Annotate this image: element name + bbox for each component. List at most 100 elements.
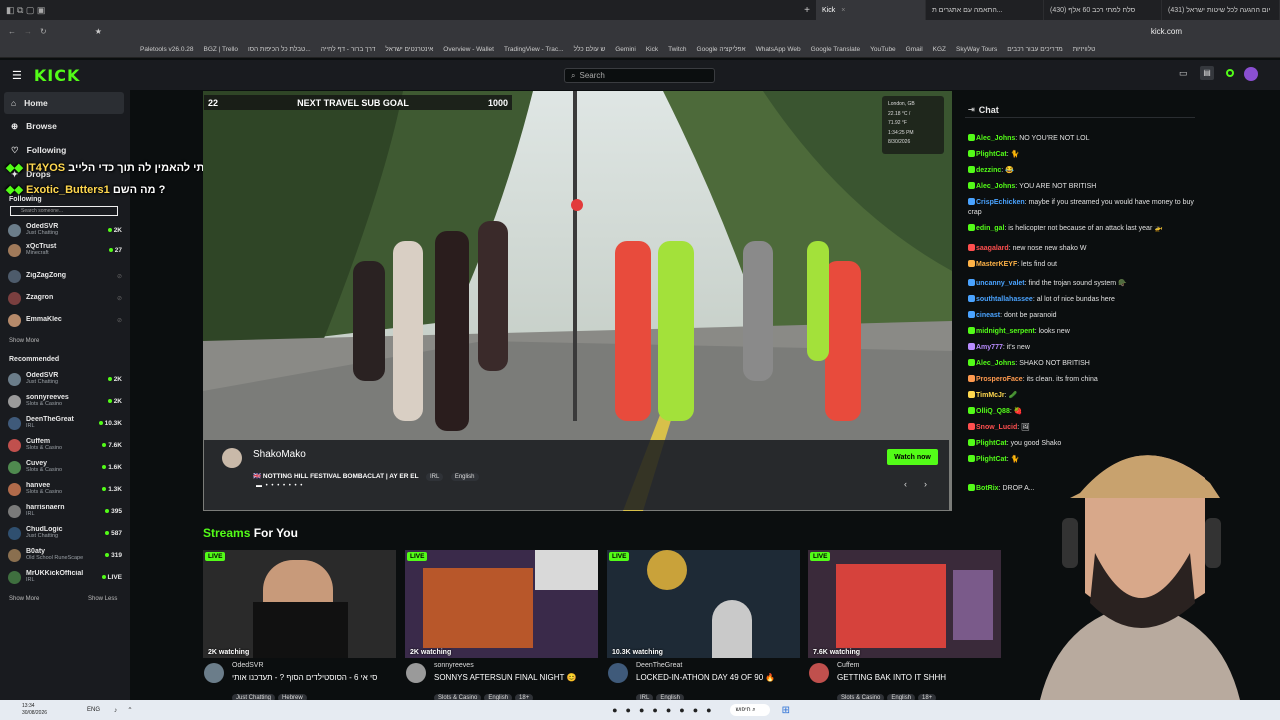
following-item[interactable]: OdedSVR Just Chatting 2K: [8, 219, 122, 241]
recommended-item[interactable]: Cuvey Slots & Casino 1.6K: [8, 456, 122, 478]
stream-thumbnail[interactable]: LIVE 2K watching: [405, 550, 598, 658]
chat-username[interactable]: BotRix: [976, 485, 999, 492]
menu-icon[interactable]: ☰: [12, 69, 22, 82]
chat-username[interactable]: edin_gal: [976, 225, 1004, 232]
stream-thumbnail[interactable]: LIVE 10.3K watching: [607, 550, 800, 658]
chat-username[interactable]: southtallahassee: [976, 296, 1033, 303]
browser-menu-icon[interactable]: ◧ ⧉ ▢ ▣: [0, 5, 60, 16]
forward-icon[interactable]: →: [24, 27, 32, 36]
bookmark[interactable]: Paletools v26.0.28: [140, 46, 193, 53]
bookmark[interactable]: Gmail: [906, 46, 923, 53]
recommended-item[interactable]: sonnyreeves Slots & Casino 2K: [8, 390, 122, 412]
stream-title[interactable]: GETTING BAK INTO IT SHHH: [837, 673, 1002, 682]
kick-logo[interactable]: KICK: [34, 66, 81, 85]
bookmark[interactable]: Gemini: [615, 46, 636, 53]
taskbar-search[interactable]: חיפוש ⌕: [729, 704, 770, 716]
chat-username[interactable]: Amy777: [976, 344, 1003, 351]
stream-card[interactable]: LIVE 7.6K watching Cuffem GETTING BAK IN…: [808, 550, 1002, 702]
chat-username[interactable]: cineast: [976, 312, 1000, 319]
avatar[interactable]: [608, 663, 628, 683]
show-more-link[interactable]: Show More: [9, 338, 39, 344]
back-icon[interactable]: ←: [8, 27, 16, 36]
recommended-item[interactable]: Cuffem Slots & Casino 7.6K: [8, 434, 122, 456]
avatar[interactable]: [406, 663, 426, 683]
search-input[interactable]: ⌕ Search: [564, 68, 715, 83]
taskbar-app-icons[interactable]: ●●●●●●●●: [612, 705, 720, 715]
stream-thumbnail[interactable]: LIVE 2K watching: [203, 550, 396, 658]
mic-icon[interactable]: ♪: [114, 707, 117, 714]
following-item[interactable]: xQcTrust Minecraft 27: [8, 239, 122, 261]
following-search-input[interactable]: Search someone...: [10, 206, 118, 216]
address-bar[interactable]: ← → ↻ ★ kick.com: [0, 20, 1280, 42]
url-text[interactable]: kick.com: [1151, 27, 1182, 36]
bookmark[interactable]: טבלת כל הכיפות הסו...: [248, 46, 311, 53]
lang-indicator[interactable]: ENG: [87, 707, 100, 713]
stream-title[interactable]: סי אי 6 - הסוסטילדים הסוף ? - תעדכנו אות…: [232, 673, 397, 682]
streamer-name[interactable]: DeenTheGreat: [636, 662, 682, 669]
nav-home[interactable]: ⌂ Home: [4, 92, 124, 114]
avatar[interactable]: [1244, 67, 1258, 81]
status-icon[interactable]: [1226, 69, 1234, 77]
windows-start-icon[interactable]: ⊞: [782, 705, 790, 716]
chat-username[interactable]: ProsperoFace: [976, 376, 1023, 383]
close-icon[interactable]: ×: [841, 7, 845, 14]
bookmark[interactable]: TradingView - Trac...: [504, 46, 564, 53]
watch-now-button[interactable]: Watch now: [887, 449, 938, 465]
recommended-item[interactable]: MrUKKickOfficial IRL LIVE: [8, 566, 122, 588]
reload-icon[interactable]: ↻: [40, 27, 47, 36]
streamer-name[interactable]: Cuffem: [837, 662, 859, 669]
bookmark[interactable]: Overview - Wallet: [443, 46, 494, 53]
video-player[interactable]: 22 NEXT TRAVEL SUB GOAL 1000 London, GB …: [203, 91, 952, 511]
following-item[interactable]: EmmaKlec ⊘: [8, 309, 122, 331]
bookmark[interactable]: Twitch: [668, 46, 686, 53]
chat-username[interactable]: saagalard: [976, 245, 1009, 252]
bookmark[interactable]: SkyWay Tours: [956, 46, 997, 53]
following-item[interactable]: ZigZagZong ⊘: [8, 265, 122, 287]
show-more-link[interactable]: Show More: [9, 596, 39, 602]
chat-username[interactable]: OlliQ_Q88: [976, 408, 1010, 415]
nav-browse[interactable]: ⊕ Browse: [4, 115, 124, 137]
bookmark[interactable]: דרך ברור - דף לחייה: [321, 46, 376, 53]
featured-streamer-name[interactable]: ShakoMako: [253, 449, 306, 460]
recommended-item[interactable]: OdedSVR Just Chatting 2K: [8, 368, 122, 390]
recommended-item[interactable]: DeenTheGreat IRL 10.3K: [8, 412, 122, 434]
bookmark[interactable]: Google Translate: [811, 46, 861, 53]
chevron-left-icon[interactable]: ‹: [904, 479, 907, 489]
bookmark[interactable]: אינטרנטים ישראל: [385, 46, 433, 53]
chat-username[interactable]: CrispEchicken: [976, 199, 1025, 206]
tag[interactable]: English: [450, 473, 479, 481]
streamer-name[interactable]: sonnyreeves: [434, 662, 474, 669]
avatar[interactable]: [204, 663, 224, 683]
stream-title[interactable]: LOCKED-IN-ATHON DAY 49 OF 90 🔥: [636, 673, 801, 682]
bookmark[interactable]: KGZ: [933, 46, 946, 53]
browser-tab-kick[interactable]: Kick ×: [816, 0, 926, 20]
chevron-right-icon[interactable]: ›: [924, 479, 927, 489]
show-less-link[interactable]: Show Less: [88, 596, 117, 602]
recommended-item[interactable]: B0aty Old School RuneScape 319: [8, 544, 122, 566]
stream-card[interactable]: LIVE 2K watching sonnyreeves SONNYS AFTE…: [405, 550, 599, 702]
browser-tab[interactable]: התאמה עם אתגרים ת...: [926, 0, 1044, 20]
tag[interactable]: IRL: [426, 473, 444, 481]
streamer-name[interactable]: OdedSVR: [232, 662, 264, 669]
stream-title[interactable]: SONNYS AFTERSUN FINAL NIGHT 😊: [434, 673, 599, 682]
chat-username[interactable]: uncanny_valet: [976, 280, 1025, 287]
chat-username[interactable]: MasterKEYF: [976, 261, 1017, 268]
clock[interactable]: 13:34 30/08/2026: [22, 703, 47, 717]
bookmark[interactable]: WhatsApp Web: [756, 46, 801, 53]
chat-username[interactable]: PlightCat: [976, 151, 1007, 158]
layout-icon[interactable]: ▤: [1200, 66, 1214, 80]
recommended-item[interactable]: harrisnaern IRL 395: [8, 500, 122, 522]
chat-username[interactable]: Alec_Johns: [976, 360, 1015, 367]
stream-thumbnail[interactable]: LIVE 7.6K watching: [808, 550, 1001, 658]
theater-mode-icon[interactable]: ▭: [1179, 68, 1188, 79]
carousel-dots[interactable]: ▬ • • • • • • •: [256, 483, 303, 489]
chat-username[interactable]: Alec_Johns: [976, 135, 1015, 142]
recommended-item[interactable]: ChudLogic Just Chatting 587: [8, 522, 122, 544]
chat-username[interactable]: dezzinc: [976, 167, 1001, 174]
recommended-item[interactable]: hanvee Slots & Casino 1.3K: [8, 478, 122, 500]
chevron-up-icon[interactable]: ⌃: [127, 706, 132, 714]
following-item[interactable]: Zzagron ⊘: [8, 287, 122, 309]
chat-username[interactable]: Alec_Johns: [976, 183, 1015, 190]
avatar[interactable]: [809, 663, 829, 683]
bookmark[interactable]: ש עולם כלל: [574, 46, 606, 53]
